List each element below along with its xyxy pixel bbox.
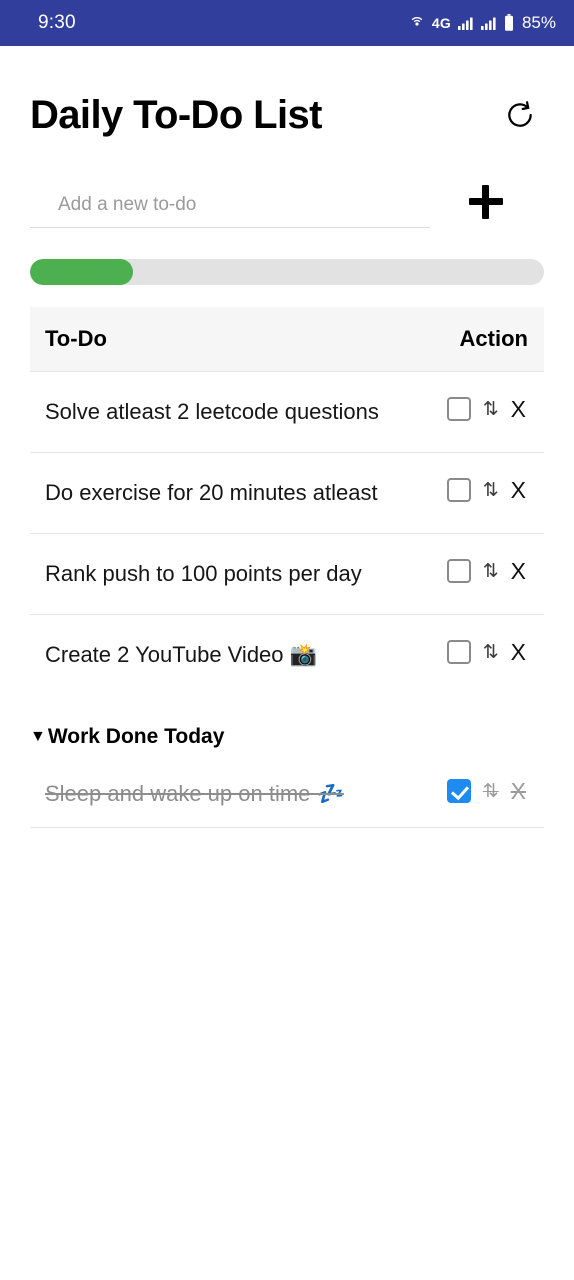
reorder-icon[interactable]: ⇅	[483, 562, 499, 581]
complete-checkbox[interactable]	[446, 559, 471, 583]
battery-percent-label: 85%	[521, 13, 556, 32]
progress-bar-track	[30, 259, 544, 285]
reorder-icon[interactable]: ⇅	[483, 400, 499, 419]
completed-table: Sleep and wake up on time 💤 ⇅ X	[30, 761, 544, 828]
add-todo-row	[30, 182, 544, 228]
status-clock: 9:30	[38, 12, 76, 33]
table-header-row: To-Do Action	[30, 307, 544, 372]
work-done-section-title: Work Done Today	[47, 725, 225, 748]
page-title: Daily To-Do List	[30, 93, 322, 137]
delete-icon[interactable]: X	[511, 779, 528, 803]
table-row: Sleep and wake up on time 💤 ⇅ X	[30, 761, 544, 828]
signal-icon	[457, 16, 474, 30]
todo-label: Rank push to 100 points per day	[45, 560, 362, 586]
signal-icon	[480, 16, 497, 30]
delete-icon[interactable]: X	[511, 640, 528, 664]
complete-checkbox[interactable]	[446, 640, 471, 664]
todo-actions-cell: ⇅ X	[400, 452, 544, 534]
reset-icon	[504, 99, 536, 131]
todo-text-cell: Rank push to 100 points per day	[30, 533, 401, 615]
todo-actions-cell: ⇅ X	[400, 533, 544, 615]
reorder-icon[interactable]: ⇅	[483, 782, 499, 801]
progress-bar-fill	[30, 259, 133, 285]
todo-text-cell: Do exercise for 20 minutes atleast	[30, 452, 401, 534]
column-header-action: Action	[400, 307, 544, 372]
delete-icon[interactable]: X	[511, 397, 528, 421]
new-todo-input[interactable]	[30, 194, 430, 228]
app-content: Daily To-Do List To-Do Action	[0, 94, 574, 828]
todo-table: To-Do Action Solve atleast 2 leetcode qu…	[30, 307, 544, 695]
table-row: Rank push to 100 points per day ⇅ X	[30, 533, 544, 615]
work-done-section-toggle[interactable]: ▼ Work Done Today	[30, 725, 544, 749]
column-header-todo: To-Do	[30, 307, 401, 372]
battery-icon	[504, 14, 514, 32]
todo-actions-cell: ⇅ X	[400, 614, 544, 695]
completed-todo-label: Sleep and wake up on time 💤	[45, 781, 344, 806]
status-bar: 9:30 4G 85%	[0, 0, 574, 46]
completed-text-cell: Sleep and wake up on time 💤	[30, 761, 400, 828]
reset-button[interactable]	[500, 95, 540, 135]
add-todo-button[interactable]	[464, 182, 508, 222]
todo-table-body: Solve atleast 2 leetcode questions ⇅ X D…	[30, 371, 544, 695]
todo-label: Do exercise for 20 minutes atleast	[45, 479, 378, 505]
app-header: Daily To-Do List	[30, 94, 544, 136]
todo-text-cell: Solve atleast 2 leetcode questions	[30, 371, 401, 453]
todo-label: Solve atleast 2 leetcode questions	[45, 398, 379, 424]
complete-checkbox[interactable]	[446, 478, 471, 502]
table-row: Do exercise for 20 minutes atleast ⇅ X	[30, 452, 544, 534]
table-row: Solve atleast 2 leetcode questions ⇅ X	[30, 371, 544, 453]
todo-actions-cell: ⇅ X	[400, 371, 544, 453]
complete-checkbox[interactable]	[446, 779, 471, 803]
reorder-icon[interactable]: ⇅	[483, 481, 499, 500]
complete-checkbox[interactable]	[446, 397, 471, 421]
status-indicators: 4G 85%	[409, 13, 556, 33]
table-row: Create 2 YouTube Video 📸 ⇅ X	[30, 614, 544, 695]
todo-table-header: To-Do Action	[30, 307, 544, 372]
todo-text-cell: Create 2 YouTube Video 📸	[30, 614, 401, 695]
chevron-down-icon: ▼	[30, 728, 46, 745]
hotspot-icon	[409, 15, 425, 31]
delete-icon[interactable]: X	[511, 478, 528, 502]
completed-table-body: Sleep and wake up on time 💤 ⇅ X	[30, 761, 544, 828]
reorder-icon[interactable]: ⇅	[483, 643, 499, 662]
completed-actions-cell: ⇅ X	[400, 761, 544, 828]
todo-label: Create 2 YouTube Video 📸	[45, 641, 318, 667]
plus-icon	[469, 185, 503, 219]
network-type-label: 4G	[431, 15, 451, 31]
delete-icon[interactable]: X	[511, 559, 528, 583]
